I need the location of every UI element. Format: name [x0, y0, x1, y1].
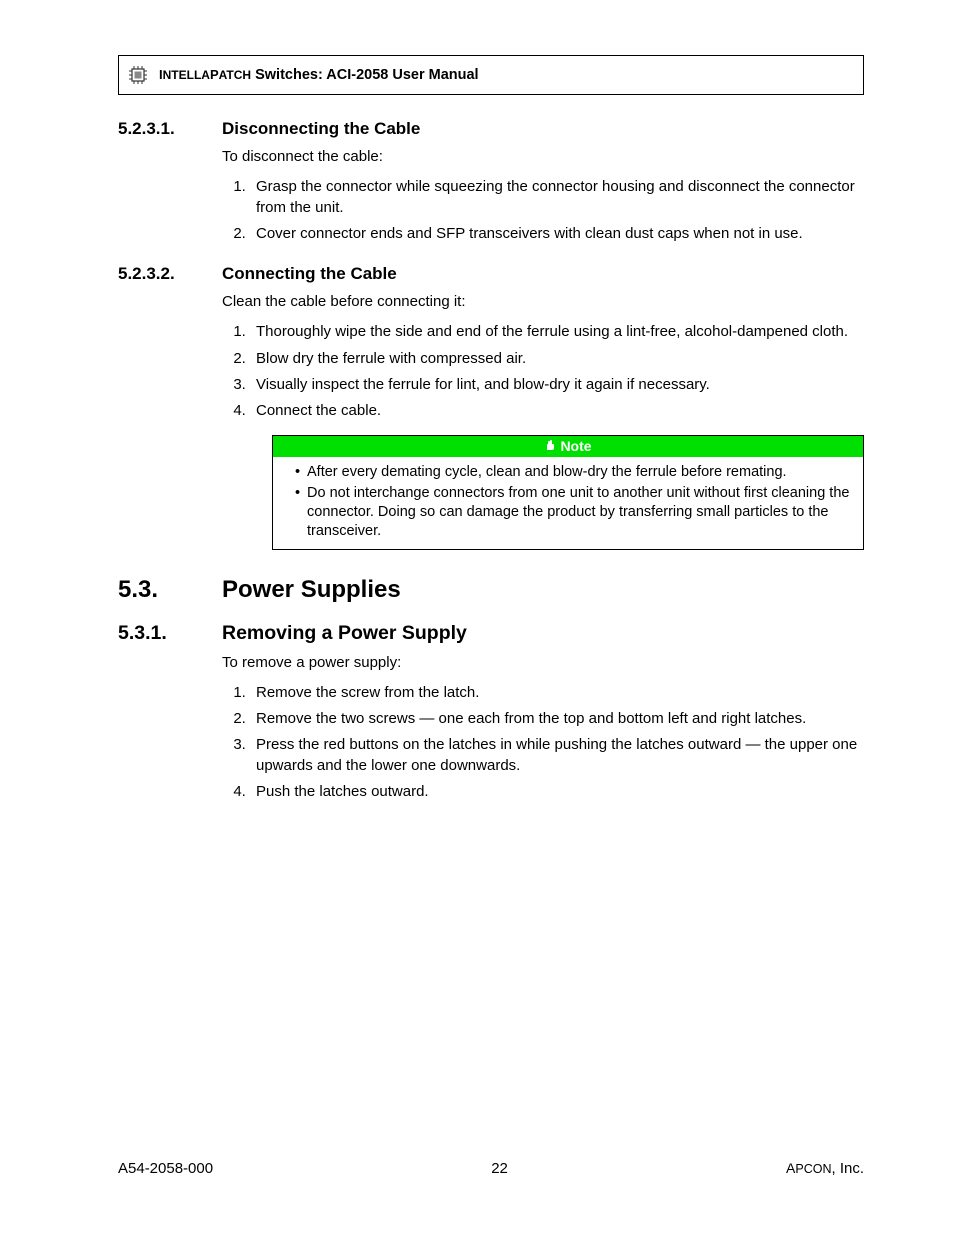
footer-page-number: 22: [491, 1160, 508, 1177]
list-item: Thoroughly wipe the side and end of the …: [250, 322, 864, 342]
list-item: Remove the two screws — one each from th…: [250, 709, 864, 729]
note-header: Note: [273, 436, 863, 457]
page-footer: A54-2058-000 22 APCON, Inc.: [118, 1160, 864, 1177]
intro-text: To disconnect the cable:: [222, 147, 864, 167]
note-body: After every demating cycle, clean and bl…: [273, 457, 863, 548]
list-item: Blow dry the ferrule with compressed air…: [250, 349, 864, 369]
footer-doc-number: A54-2058-000: [118, 1160, 213, 1177]
note-callout: Note After every demating cycle, clean a…: [272, 435, 864, 549]
heading-5-3: 5.3. Power Supplies: [118, 576, 864, 604]
heading-5-2-3-1: 5.2.3.1. Disconnecting the Cable: [118, 119, 864, 139]
remove-psu-steps: Remove the screw from the latch. Remove …: [222, 683, 864, 802]
list-item: Remove the screw from the latch.: [250, 683, 864, 703]
note-item: After every demating cycle, clean and bl…: [295, 463, 855, 482]
page-header-text: INTELLAPATCH Switches: ACI-2058 User Man…: [159, 67, 479, 83]
list-item: Visually inspect the ferrule for lint, a…: [250, 375, 864, 395]
chip-icon: [127, 64, 149, 86]
heading-5-2-3-2: 5.2.3.2. Connecting the Cable: [118, 264, 864, 284]
intro-text: Clean the cable before connecting it:: [222, 292, 864, 312]
list-item: Connect the cable.: [250, 401, 864, 421]
list-item: Push the latches outward.: [250, 782, 864, 802]
note-hand-icon: [544, 438, 556, 454]
note-item: Do not interchange connectors from one u…: [295, 484, 855, 541]
list-item: Press the red buttons on the latches in …: [250, 735, 864, 776]
heading-5-3-1: 5.3.1. Removing a Power Supply: [118, 622, 864, 645]
connect-steps: Thoroughly wipe the side and end of the …: [222, 322, 864, 421]
footer-company: APCON, Inc.: [786, 1160, 864, 1177]
list-item: Grasp the connector while squeezing the …: [250, 177, 864, 218]
page-header-box: INTELLAPATCH Switches: ACI-2058 User Man…: [118, 55, 864, 95]
intro-text: To remove a power supply:: [222, 653, 864, 673]
list-item: Cover connector ends and SFP transceiver…: [250, 224, 864, 244]
disconnect-steps: Grasp the connector while squeezing the …: [222, 177, 864, 244]
